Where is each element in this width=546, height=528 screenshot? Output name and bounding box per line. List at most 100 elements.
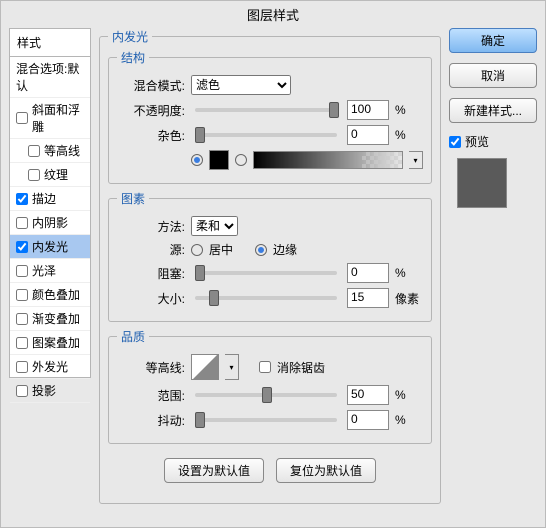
style-item-checkbox[interactable] bbox=[16, 265, 28, 277]
size-label: 大小: bbox=[117, 290, 185, 307]
size-input[interactable]: 15 bbox=[347, 288, 389, 308]
range-input[interactable]: 50 bbox=[347, 385, 389, 405]
style-item-checkbox[interactable] bbox=[28, 169, 40, 181]
style-item-checkbox[interactable] bbox=[16, 193, 28, 205]
contour-picker[interactable] bbox=[191, 354, 219, 380]
gradient-dropdown-icon[interactable]: ▾ bbox=[409, 151, 423, 169]
style-item[interactable]: 斜面和浮雕 bbox=[10, 98, 90, 139]
method-select[interactable]: 柔和 bbox=[191, 216, 238, 236]
new-style-button[interactable]: 新建样式... bbox=[449, 98, 537, 123]
preview-label: 预览 bbox=[465, 133, 489, 150]
style-item[interactable]: 图案叠加 bbox=[10, 331, 90, 355]
style-item-label: 光泽 bbox=[32, 262, 56, 279]
settings-panel: 内发光 结构 混合模式: 滤色 不透明度: 100 % bbox=[99, 28, 441, 528]
jitter-slider[interactable] bbox=[195, 418, 337, 422]
size-unit: 像素 bbox=[395, 290, 423, 307]
style-item-checkbox[interactable] bbox=[28, 145, 40, 157]
gradient-picker[interactable] bbox=[253, 151, 403, 169]
range-label: 范围: bbox=[117, 387, 185, 404]
style-item-checkbox[interactable] bbox=[16, 385, 28, 397]
cancel-button[interactable]: 取消 bbox=[449, 63, 537, 88]
contour-dropdown-icon[interactable]: ▾ bbox=[225, 354, 239, 380]
range-unit: % bbox=[395, 388, 423, 402]
jitter-input[interactable]: 0 bbox=[347, 410, 389, 430]
style-item[interactable]: 内发光 bbox=[10, 235, 90, 259]
style-item[interactable]: 外发光 bbox=[10, 355, 90, 379]
choke-input[interactable]: 0 bbox=[347, 263, 389, 283]
panel-title: 内发光 bbox=[108, 28, 152, 45]
layer-style-dialog: 图层样式 样式 混合选项:默认 斜面和浮雕等高线纹理描边内阴影内发光光泽颜色叠加… bbox=[0, 0, 546, 528]
range-slider[interactable] bbox=[195, 393, 337, 397]
style-item-checkbox[interactable] bbox=[16, 241, 28, 253]
style-item[interactable]: 等高线 bbox=[10, 139, 90, 163]
style-item-label: 内发光 bbox=[32, 238, 68, 255]
blend-mode-label: 混合模式: bbox=[117, 77, 185, 94]
size-slider[interactable] bbox=[195, 296, 337, 300]
blend-options-default[interactable]: 混合选项:默认 bbox=[10, 57, 90, 98]
choke-unit: % bbox=[395, 266, 423, 280]
styles-list: 样式 混合选项:默认 斜面和浮雕等高线纹理描边内阴影内发光光泽颜色叠加渐变叠加图… bbox=[9, 28, 91, 378]
structure-group: 结构 混合模式: 滤色 不透明度: 100 % 杂色: bbox=[108, 49, 432, 184]
elements-legend: 图素 bbox=[117, 190, 149, 207]
quality-legend: 品质 bbox=[117, 328, 149, 345]
set-default-button[interactable]: 设置为默认值 bbox=[164, 458, 264, 483]
contour-label: 等高线: bbox=[117, 359, 185, 376]
style-item-label: 渐变叠加 bbox=[32, 310, 80, 327]
styles-header[interactable]: 样式 bbox=[10, 29, 90, 57]
reset-default-button[interactable]: 复位为默认值 bbox=[276, 458, 376, 483]
style-item[interactable]: 描边 bbox=[10, 187, 90, 211]
opacity-slider[interactable] bbox=[195, 108, 337, 112]
blend-mode-select[interactable]: 滤色 bbox=[191, 75, 291, 95]
source-edge-label: 边缘 bbox=[273, 241, 297, 258]
preview-swatch bbox=[457, 158, 507, 208]
style-item-label: 图案叠加 bbox=[32, 334, 80, 351]
style-item[interactable]: 颜色叠加 bbox=[10, 283, 90, 307]
dialog-title: 图层样式 bbox=[1, 1, 545, 28]
style-item-label: 描边 bbox=[32, 190, 56, 207]
source-edge-radio[interactable] bbox=[255, 244, 267, 256]
style-item-label: 内阴影 bbox=[32, 214, 68, 231]
choke-slider[interactable] bbox=[195, 271, 337, 275]
noise-input[interactable]: 0 bbox=[347, 125, 389, 145]
gradient-radio[interactable] bbox=[235, 154, 247, 166]
style-item-label: 外发光 bbox=[32, 358, 68, 375]
jitter-unit: % bbox=[395, 413, 423, 427]
source-center-label: 居中 bbox=[209, 241, 233, 258]
antialias-label: 消除锯齿 bbox=[277, 359, 325, 376]
style-item-checkbox[interactable] bbox=[16, 217, 28, 229]
elements-group: 图素 方法: 柔和 源: 居中 边缘 bbox=[108, 190, 432, 322]
style-item[interactable]: 渐变叠加 bbox=[10, 307, 90, 331]
style-item-label: 斜面和浮雕 bbox=[32, 101, 84, 135]
preview-checkbox[interactable] bbox=[449, 136, 461, 148]
style-item-label: 纹理 bbox=[44, 166, 68, 183]
style-item-checkbox[interactable] bbox=[16, 112, 28, 124]
style-item[interactable]: 投影 bbox=[10, 379, 90, 403]
noise-label: 杂色: bbox=[117, 127, 185, 144]
color-radio[interactable] bbox=[191, 154, 203, 166]
choke-label: 阻塞: bbox=[117, 265, 185, 282]
style-item-checkbox[interactable] bbox=[16, 361, 28, 373]
opacity-label: 不透明度: bbox=[117, 102, 185, 119]
style-item-checkbox[interactable] bbox=[16, 289, 28, 301]
opacity-input[interactable]: 100 bbox=[347, 100, 389, 120]
quality-group: 品质 等高线: ▾ 消除锯齿 范围: 50 % bbox=[108, 328, 432, 444]
opacity-unit: % bbox=[395, 103, 423, 117]
style-item[interactable]: 光泽 bbox=[10, 259, 90, 283]
style-item-label: 投影 bbox=[32, 382, 56, 399]
antialias-checkbox[interactable] bbox=[259, 361, 271, 373]
method-label: 方法: bbox=[117, 218, 185, 235]
noise-unit: % bbox=[395, 128, 423, 142]
style-item-checkbox[interactable] bbox=[16, 313, 28, 325]
style-item[interactable]: 内阴影 bbox=[10, 211, 90, 235]
style-item-checkbox[interactable] bbox=[16, 337, 28, 349]
structure-legend: 结构 bbox=[117, 49, 149, 66]
source-label: 源: bbox=[117, 241, 185, 258]
ok-button[interactable]: 确定 bbox=[449, 28, 537, 53]
style-item[interactable]: 纹理 bbox=[10, 163, 90, 187]
source-center-radio[interactable] bbox=[191, 244, 203, 256]
color-swatch[interactable] bbox=[209, 150, 229, 170]
style-item-label: 等高线 bbox=[44, 142, 80, 159]
style-item-label: 颜色叠加 bbox=[32, 286, 80, 303]
noise-slider[interactable] bbox=[195, 133, 337, 137]
right-buttons: 确定 取消 新建样式... 预览 bbox=[449, 28, 537, 528]
